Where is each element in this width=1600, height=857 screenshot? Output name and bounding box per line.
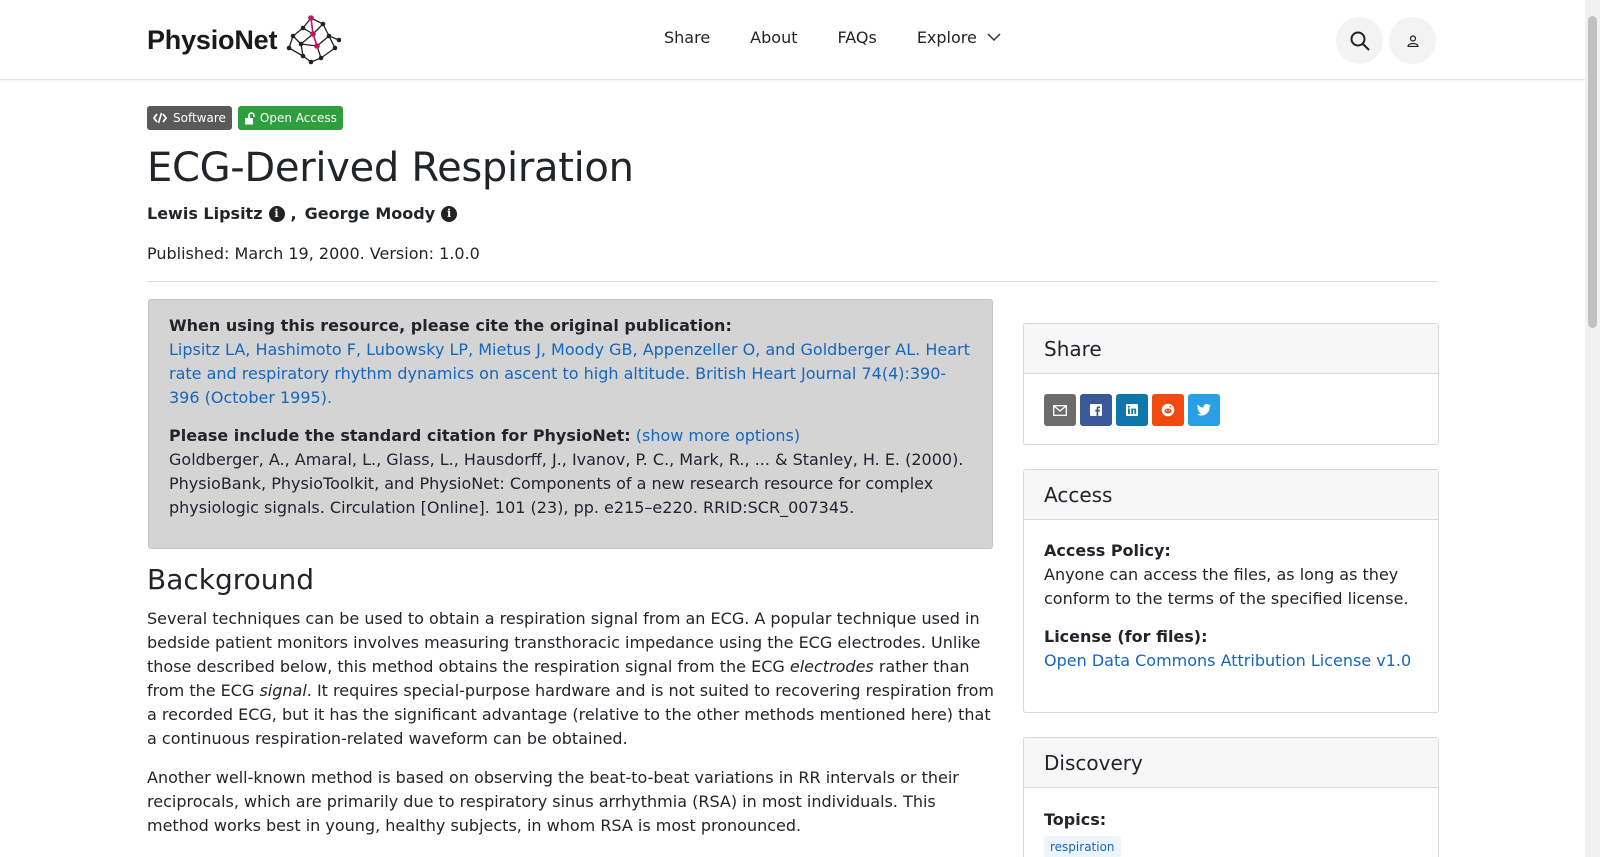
- author-info-icon[interactable]: i: [441, 205, 458, 222]
- license-label: License (for files):: [1044, 627, 1208, 646]
- background-paragraph: Several techniques can be used to obtain…: [147, 607, 999, 751]
- show-more-options-link[interactable]: (show more options): [636, 426, 800, 445]
- access-card-title: Access: [1024, 470, 1438, 520]
- nav-about[interactable]: About: [750, 28, 797, 47]
- open-access-badge-label: Open Access: [259, 111, 337, 125]
- nav-faqs[interactable]: FAQs: [837, 28, 876, 47]
- open-access-badge: Open Access: [237, 106, 343, 130]
- discovery-card: Discovery Topics: respiration: [1023, 737, 1439, 857]
- discovery-card-title: Discovery: [1024, 738, 1438, 788]
- emphasis-electrodes: electrodes: [789, 657, 874, 676]
- scrollbar-thumb[interactable]: [1588, 16, 1597, 328]
- software-badge-label: Software: [173, 111, 226, 125]
- license-link[interactable]: Open Data Commons Attribution License v1…: [1044, 649, 1418, 673]
- unlock-icon: [244, 111, 255, 124]
- topics-label: Topics:: [1044, 810, 1107, 829]
- nav-explore-label: Explore: [916, 28, 977, 47]
- share-twitter-button[interactable]: [1188, 394, 1220, 426]
- facebook-icon: [1090, 404, 1102, 416]
- chevron-down-icon: [987, 33, 1001, 42]
- project-badges: Software Open Access: [147, 106, 349, 130]
- author-info-icon[interactable]: i: [268, 205, 285, 222]
- user-icon: [1406, 34, 1419, 47]
- author-list: Lewis Lipsitz i , George Moody i: [147, 204, 458, 223]
- share-email-button[interactable]: [1044, 394, 1076, 426]
- nav-share[interactable]: Share: [664, 28, 710, 47]
- share-linkedin-button[interactable]: [1116, 394, 1148, 426]
- author-name: George Moody: [304, 204, 436, 223]
- background-paragraph: Another well-known method is based on ob…: [147, 768, 959, 835]
- share-facebook-button[interactable]: [1080, 394, 1112, 426]
- standard-citation-text: Goldberger, A., Amaral, L., Glass, L., H…: [169, 450, 964, 517]
- share-buttons: [1044, 394, 1418, 426]
- access-policy-text: Anyone can access the files, as long as …: [1044, 565, 1409, 608]
- standard-citation-heading: Please include the standard citation for…: [169, 426, 631, 445]
- topic-tag-respiration[interactable]: respiration: [1044, 836, 1121, 857]
- divider: [147, 281, 1438, 282]
- software-badge: Software: [147, 106, 232, 130]
- access-card: Access Access Policy: Anyone can access …: [1023, 469, 1439, 713]
- linkedin-icon: [1126, 404, 1138, 416]
- original-citation-heading: When using this resource, please cite th…: [169, 316, 732, 335]
- emphasis-signal: signal: [259, 681, 307, 700]
- share-reddit-button[interactable]: [1152, 394, 1184, 426]
- user-account-button[interactable]: [1389, 17, 1436, 64]
- physionet-network-logo: [286, 15, 342, 65]
- original-publication-link[interactable]: Lipsitz LA, Hashimoto F, Lubowsky LP, Mi…: [169, 338, 972, 410]
- author-separator: ,: [290, 204, 297, 223]
- page-title: ECG-Derived Respiration: [147, 145, 634, 191]
- email-icon: [1053, 404, 1067, 416]
- access-policy-label: Access Policy:: [1044, 541, 1171, 560]
- reddit-icon: [1161, 403, 1175, 417]
- share-card: Share: [1023, 323, 1439, 445]
- share-card-title: Share: [1024, 324, 1438, 374]
- twitter-icon: [1197, 404, 1211, 416]
- code-icon: [153, 112, 167, 124]
- search-icon: [1350, 31, 1370, 51]
- publication-info: Published: March 19, 2000. Version: 1.0.…: [147, 244, 480, 263]
- search-button[interactable]: [1336, 17, 1383, 64]
- brand-logo-link[interactable]: PhysioNet: [147, 14, 342, 66]
- brand-name: PhysioNet: [147, 24, 278, 55]
- background-heading: Background: [147, 563, 315, 596]
- citation-box: When using this resource, please cite th…: [148, 299, 993, 549]
- author-name: Lewis Lipsitz: [147, 204, 263, 223]
- top-navbar: PhysioNet Share About FAQs Explore: [0, 0, 1585, 80]
- nav-explore-dropdown[interactable]: Explore: [917, 28, 1001, 47]
- page-scrollbar[interactable]: [1585, 0, 1600, 857]
- main-nav: Share About FAQs Explore: [664, 28, 1001, 47]
